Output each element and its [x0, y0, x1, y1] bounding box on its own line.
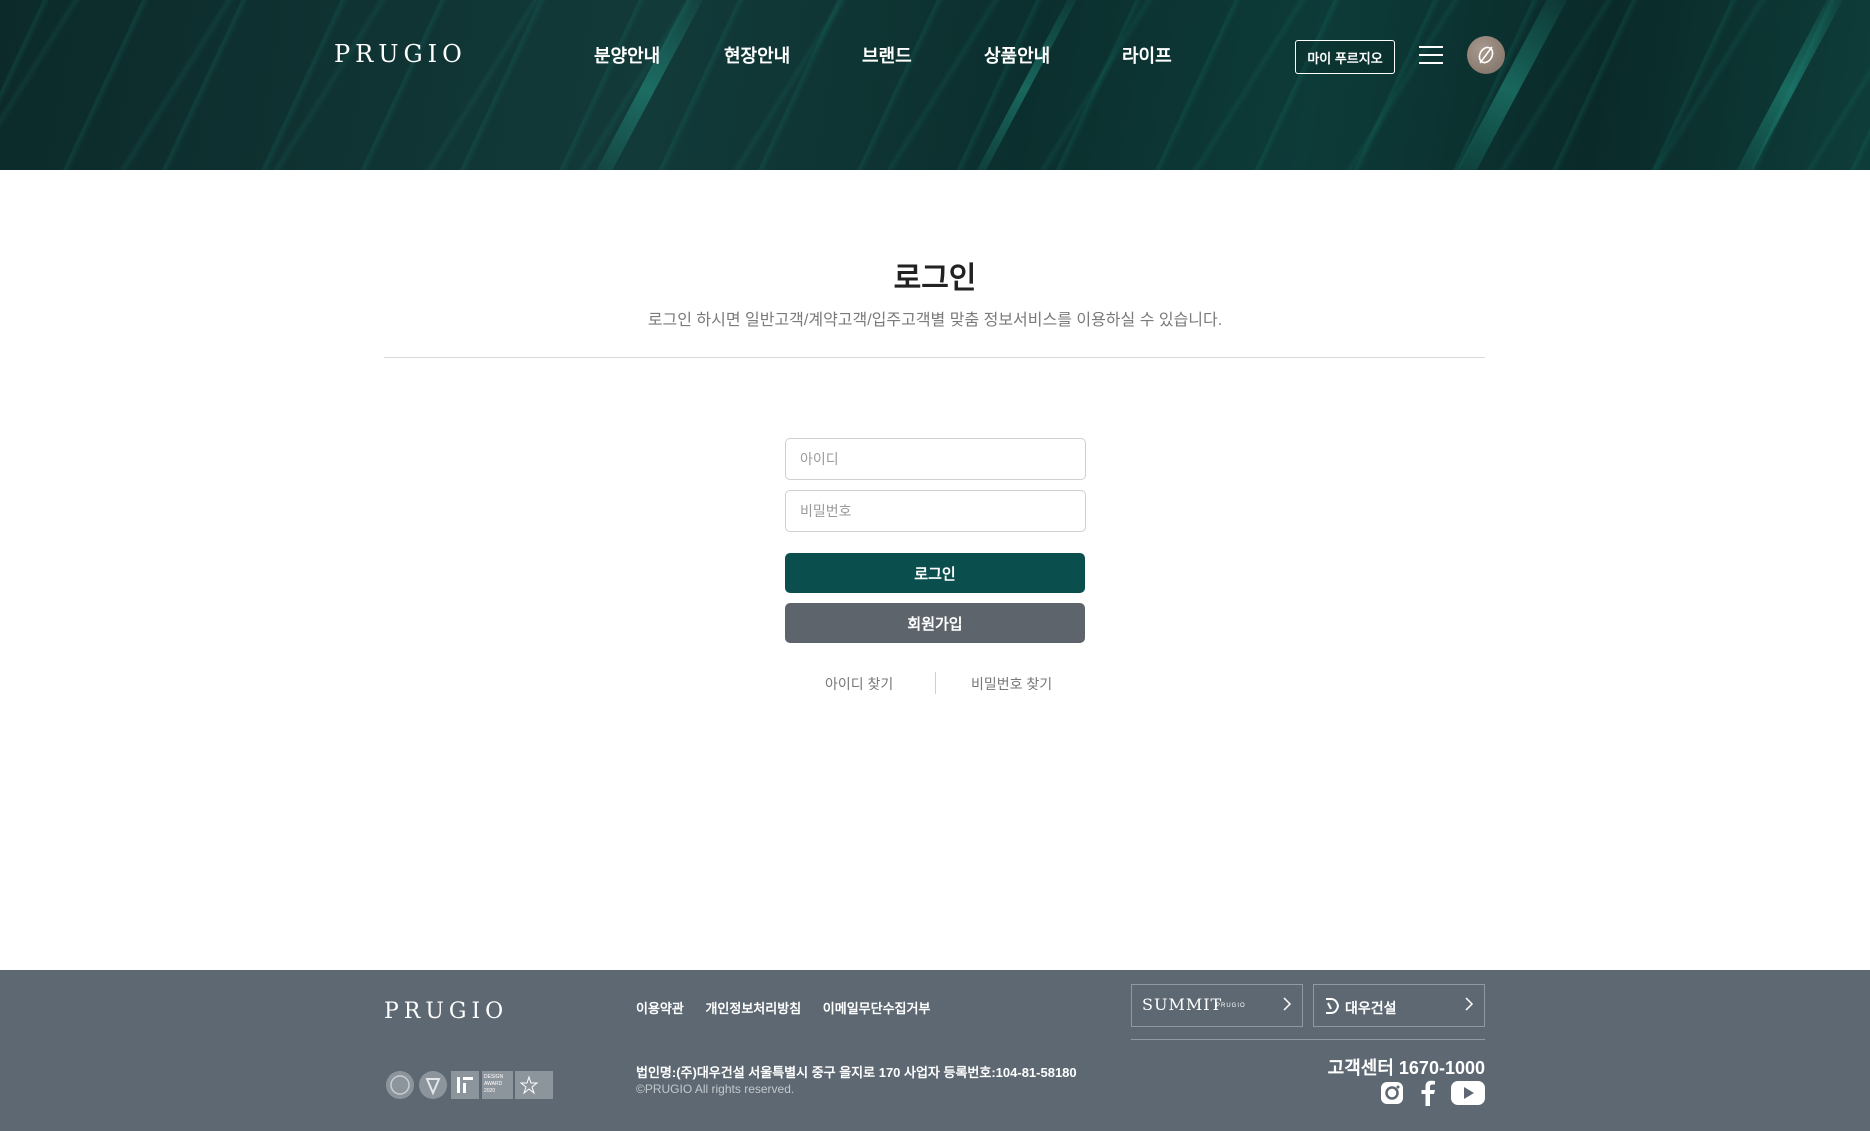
hamburger-menu-icon[interactable] [1419, 46, 1443, 66]
nav-brand[interactable]: 브랜드 [862, 42, 912, 68]
summit-logo-sub: PRUGIO [1216, 1003, 1246, 1009]
header-decoration [959, 0, 1089, 170]
find-id-link[interactable]: 아이디 찾기 [825, 674, 893, 694]
site-header: PRUGIO 분양안내 현장안내 브랜드 상품안내 라이프 마이 푸르지오 [0, 0, 1870, 170]
summit-prugio-link[interactable]: SUMMIT PRUGIO [1131, 984, 1303, 1027]
award-badge-icon [418, 1069, 448, 1101]
nav-life[interactable]: 라이프 [1122, 42, 1172, 68]
chevron-right-icon [1464, 996, 1474, 1016]
footer-prugio-logo: PRUGIO [384, 999, 509, 1024]
daewoo-label: 대우건설 [1345, 1000, 1397, 1016]
daewoo-link[interactable]: 대우건설 [1313, 984, 1485, 1027]
header-decoration [1440, 0, 1578, 170]
user-id-input[interactable] [785, 438, 1086, 480]
nav-sales-info[interactable]: 분양안내 [594, 42, 660, 68]
if-award-icon [451, 1069, 479, 1101]
award-badge-icon [385, 1069, 415, 1101]
email-refusal-link[interactable]: 이메일무단수집거부 [823, 1001, 931, 1016]
title-divider [384, 357, 1485, 358]
login-button[interactable]: 로그인 [785, 553, 1085, 593]
footer-links: 이용약관 개인정보처리방침 이메일무단수집거부 [636, 998, 948, 1017]
signup-button[interactable]: 회원가입 [785, 603, 1085, 643]
company-address: 법인명:(주)대우건설 서울특별시 중구 을지로 170 사업자 등록번호:10… [636, 1065, 1077, 1080]
site-footer: PRUGIO 이용약관 개인정보처리방침 이메일무단수집거부 SUMMIT PR… [0, 970, 1870, 1131]
find-password-link[interactable]: 비밀번호 찾기 [971, 674, 1052, 694]
chevron-right-icon [1282, 996, 1292, 1016]
page-title: 로그인 [893, 262, 977, 295]
nav-site-info[interactable]: 현장안내 [724, 42, 790, 68]
header-decoration [579, 0, 715, 170]
privacy-policy-link[interactable]: 개인정보처리방침 [705, 1001, 801, 1016]
header-decoration [1719, 0, 1855, 170]
account-recovery-links: 아이디 찾기 비밀번호 찾기 [785, 672, 1085, 694]
password-input[interactable] [785, 490, 1086, 532]
star-award-icon [515, 1069, 553, 1101]
copyright: ©PRUGIO All rights reserved. [636, 1082, 795, 1096]
nav-product-info[interactable]: 상품안내 [984, 42, 1050, 68]
summit-logo: SUMMIT [1142, 995, 1223, 1014]
youtube-icon[interactable] [1451, 1080, 1485, 1106]
prugio-emblem-icon[interactable] [1467, 36, 1505, 74]
terms-link[interactable]: 이용약관 [636, 1001, 684, 1016]
facebook-icon[interactable] [1420, 1080, 1436, 1106]
design-award-badge: DESIGN AWARD 2020 [482, 1071, 513, 1099]
prugio-logo[interactable]: PRUGIO [334, 40, 467, 68]
my-prugio-button[interactable]: 마이 푸르지오 [1295, 40, 1395, 74]
design-award-text: DESIGN AWARD 2020 [484, 1074, 504, 1094]
daewoo-logo-icon [1324, 997, 1340, 1019]
footer-divider [1131, 1039, 1485, 1040]
instagram-icon[interactable] [1380, 1080, 1404, 1106]
page-description: 로그인 하시면 일반고객/계약고객/입주고객별 맞춤 정보서비스를 이용하실 수… [647, 312, 1223, 329]
link-separator [935, 672, 936, 694]
customer-center: 고객센터 1670-1000 [1327, 1058, 1485, 1078]
